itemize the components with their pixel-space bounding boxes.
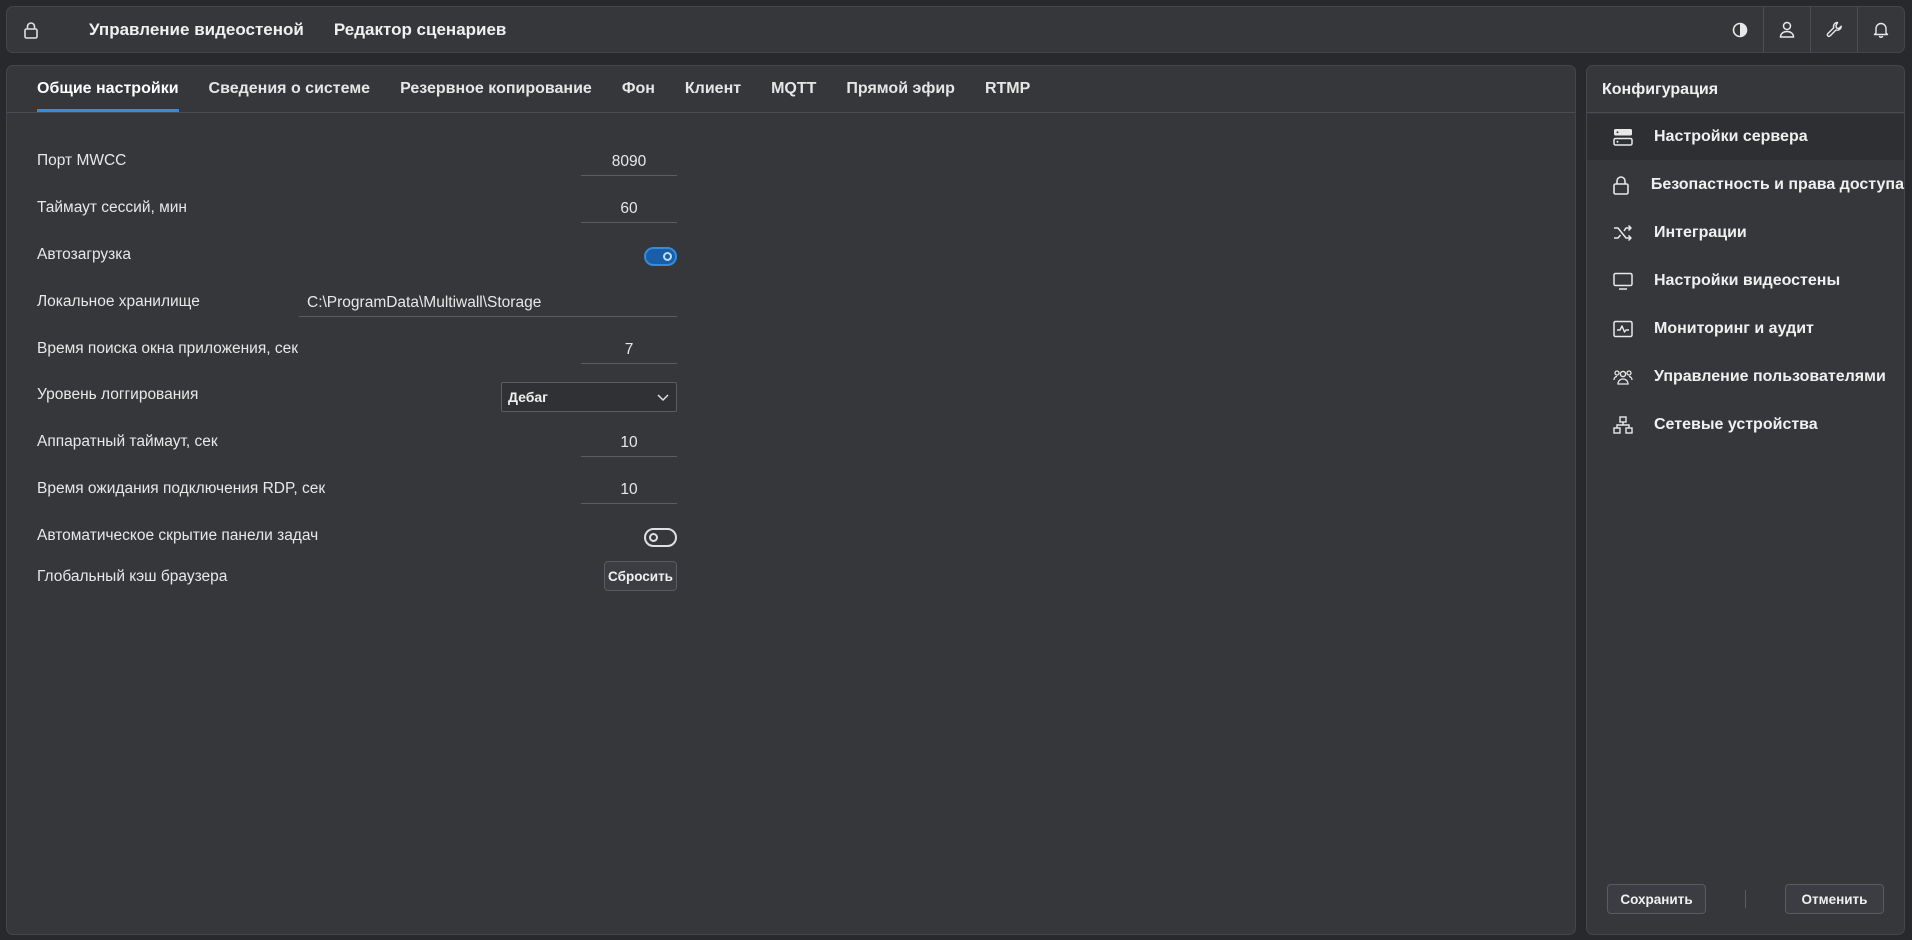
chevron-down-icon [656,390,670,404]
sidebar-item-users[interactable]: Управление пользователями [1587,354,1904,400]
setting-browser-cache: Глобальный кэш браузера Сбросить [37,561,677,594]
nav-scenario-editor[interactable]: Редактор сценариев [334,20,507,40]
sidebar-item-videowall-settings[interactable]: Настройки видеостены [1587,258,1904,304]
sidebar-item-label: Управление пользователями [1654,368,1886,385]
save-button[interactable]: Сохранить [1607,884,1706,914]
tab-rtmp[interactable]: RTMP [985,80,1030,112]
setting-log-level: Уровень логгирования Дебаг [37,382,677,412]
port-input[interactable]: 8090 [581,148,677,176]
log-level-value: Дебаг [508,389,549,405]
hw-timeout-label: Аппаратный таймаут, сек [37,433,218,450]
sidebar-item-network-devices[interactable]: Сетевые устройства [1587,402,1904,448]
session-timeout-label: Таймаут сессий, мин [37,199,187,216]
network-icon [1612,414,1634,436]
taskbar-hide-toggle[interactable] [644,528,677,547]
setting-window-search-time: Время поиска окна приложения, сек 7 [37,336,677,366]
top-bar-actions [1717,7,1904,52]
taskbar-hide-label: Автоматическое скрытие панели задач [37,527,319,544]
lock-icon [1612,174,1631,196]
setting-session-timeout: Таймаут сессий, мин 60 [37,195,677,225]
top-bar: Управление видеостеной Редактор сценарие… [6,6,1905,53]
setting-rdp-timeout: Время ожидания подключения RDP, сек 10 [37,476,677,506]
settings-tabs: Общие настройки Сведения о системе Резер… [7,66,1575,113]
tab-general-settings[interactable]: Общие настройки [37,80,179,112]
lock-icon[interactable] [7,7,55,52]
storage-path-input[interactable]: C:\ProgramData\Multiwall\Storage [299,289,677,317]
tab-mqtt[interactable]: MQTT [771,80,816,112]
browser-cache-label: Глобальный кэш браузера [37,568,228,585]
activity-icon [1612,318,1634,340]
wrench-icon[interactable] [1810,7,1857,52]
sidebar-item-label: Мониторинг и аудит [1654,320,1814,337]
sidebar-item-monitoring[interactable]: Мониторинг и аудит [1587,306,1904,352]
users-icon [1612,366,1634,388]
search-time-label: Время поиска окна приложения, сек [37,340,298,357]
hw-timeout-input[interactable]: 10 [581,429,677,457]
setting-hardware-timeout: Аппаратный таймаут, сек 10 [37,429,677,459]
server-icon [1612,126,1634,148]
rdp-timeout-input[interactable]: 10 [581,476,677,504]
sidebar-item-label: Настройки сервера [1654,128,1808,145]
tab-backup[interactable]: Резервное копирование [400,80,592,112]
search-time-input[interactable]: 7 [581,336,677,364]
sidebar-item-label: Безопастность и права доступа [1650,176,1904,193]
contrast-icon[interactable] [1717,7,1763,52]
port-label: Порт MWCC [37,152,127,169]
tab-system-info[interactable]: Сведения о системе [209,80,371,112]
sidebar-item-integrations[interactable]: Интеграции [1587,210,1904,256]
bell-icon[interactable] [1857,7,1904,52]
tab-client[interactable]: Клиент [685,80,741,112]
setting-taskbar-autohide: Автоматическое скрытие панели задач [37,523,677,553]
sidebar-item-security[interactable]: Безопастность и права доступа [1587,162,1904,208]
session-timeout-input[interactable]: 60 [581,195,677,223]
sidebar-item-label: Сетевые устройства [1654,416,1818,433]
cancel-button[interactable]: Отменить [1785,884,1884,914]
user-icon[interactable] [1763,7,1810,52]
monitor-icon [1612,270,1634,292]
sidebar-title: Конфигурация [1587,66,1904,113]
log-level-label: Уровень логгирования [37,386,199,403]
autoload-label: Автозагрузка [37,246,132,263]
log-level-select[interactable]: Дебаг [501,382,677,412]
setting-autoload: Автозагрузка [37,242,677,272]
setting-local-storage: Локальное хранилище C:\ProgramData\Multi… [37,289,677,319]
rdp-timeout-label: Время ожидания подключения RDP, сек [37,480,326,497]
sidebar-item-label: Интеграции [1654,224,1747,241]
storage-label: Локальное хранилище [37,293,200,310]
reset-cache-button[interactable]: Сбросить [604,561,677,591]
toggle-knob [649,533,658,542]
tab-background[interactable]: Фон [622,80,655,112]
settings-panel: Общие настройки Сведения о системе Резер… [6,65,1576,935]
footer-divider [1745,890,1746,908]
toggle-knob [663,252,672,261]
tab-live[interactable]: Прямой эфир [846,80,955,112]
sidebar-item-server-settings[interactable]: Настройки сервера [1587,114,1904,160]
nav-videowall-control[interactable]: Управление видеостеной [89,20,304,40]
autoload-toggle[interactable] [644,247,677,266]
sidebar-item-label: Настройки видеостены [1654,272,1841,289]
configuration-sidebar: Конфигурация Настройки сервера Безопастн… [1586,65,1905,935]
setting-port: Порт MWCC 8090 [37,148,677,178]
shuffle-icon [1612,222,1634,244]
